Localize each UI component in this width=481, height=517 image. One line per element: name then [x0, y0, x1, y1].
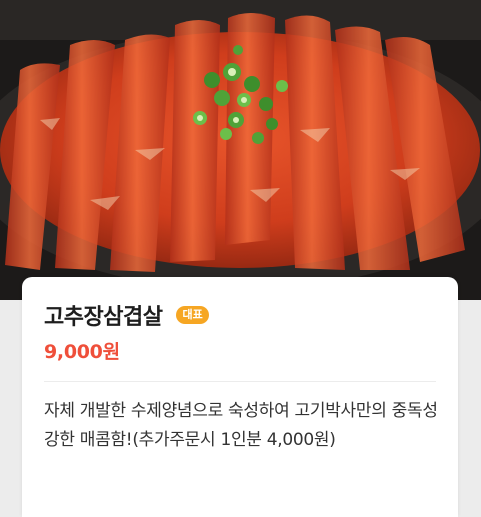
menu-description: 자체 개발한 수제양념으로 숙성하여 고기박사만의 중독성 강한 매콤함!(추가… [44, 401, 438, 450]
divider [44, 381, 436, 382]
signature-badge: 대표 [176, 306, 209, 324]
menu-photo [0, 0, 481, 300]
menu-price: 9,000원 [44, 341, 120, 363]
title-row: 고추장삼겹살 대표 [44, 299, 209, 331]
menu-title: 고추장삼겹살 [44, 305, 163, 330]
menu-card[interactable]: 고추장삼겹살 대표 9,000원 자체 개발한 수제양념으로 숙성하여 고기박사… [22, 277, 458, 517]
